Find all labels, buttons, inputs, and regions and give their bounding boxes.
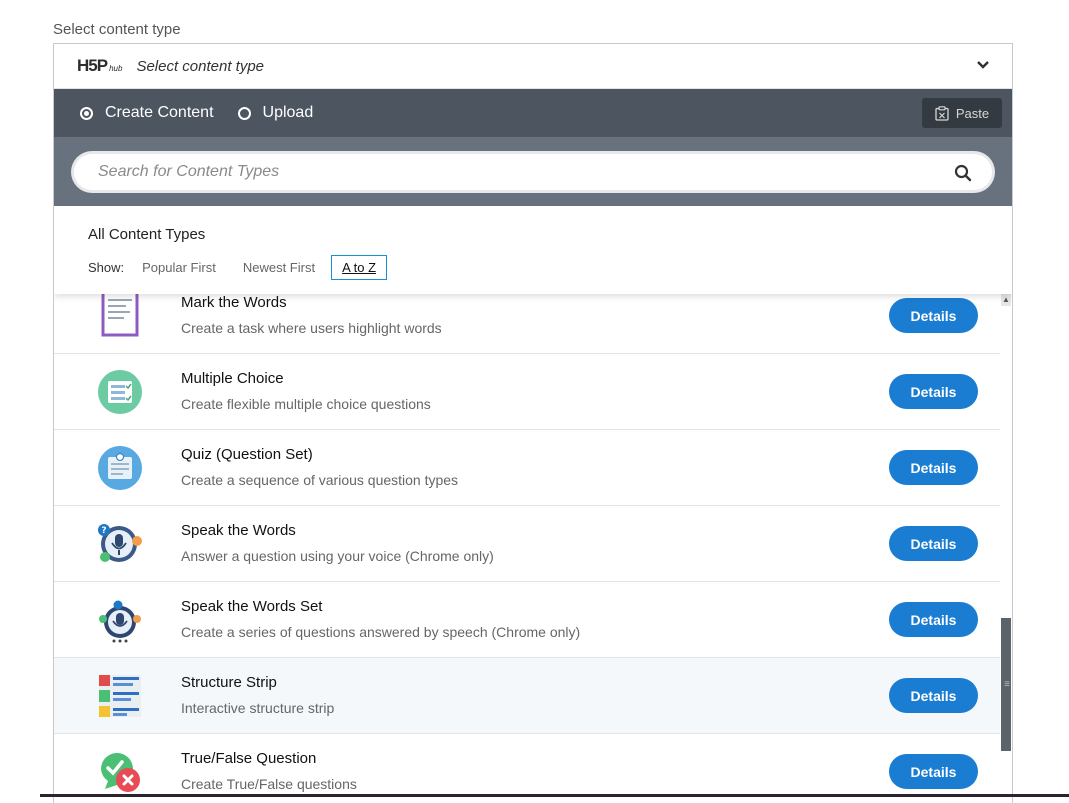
sort-a-to-z[interactable]: A to Z: [331, 255, 388, 280]
multiple-choice-icon: [98, 370, 142, 414]
hub-title: Select content type: [136, 57, 265, 75]
list-item[interactable]: Structure Strip Interactive structure st…: [54, 658, 1000, 734]
structure-strip-icon: [99, 675, 141, 717]
details-button[interactable]: Details: [889, 298, 978, 333]
details-button[interactable]: Details: [889, 602, 978, 637]
item-name: Multiple Choice: [181, 370, 284, 387]
scroll-grip-icon: ≡: [1004, 679, 1010, 690]
item-description: Create a task where users highlight word…: [181, 320, 442, 336]
details-button[interactable]: Details: [889, 526, 978, 561]
section-title: All Content Types: [88, 226, 206, 243]
show-label: Show:: [88, 260, 125, 275]
item-name: True/False Question: [181, 750, 317, 767]
radio-selected-icon[interactable]: [80, 106, 93, 120]
radio-unselected-icon[interactable]: [237, 106, 251, 120]
question-set-icon: [98, 446, 142, 490]
item-description: Create True/False questions: [181, 776, 357, 792]
list-item[interactable]: ? Speak the Words Answer a question usin…: [54, 506, 1000, 582]
list-item[interactable]: True/False Question Create True/False qu…: [54, 734, 1000, 803]
speak-the-words-icon: ?: [98, 524, 142, 562]
paste-button[interactable]: Paste: [922, 98, 1002, 128]
search-bar: [54, 137, 1012, 206]
sort-options: Show: Popular First Newest First A to Z: [88, 255, 414, 280]
details-button[interactable]: Details: [889, 450, 978, 485]
content-type-list[interactable]: Mark the Words Create a task where users…: [54, 294, 1012, 803]
search-icon[interactable]: [954, 164, 972, 182]
filter-panel: All Content Types Show: Popular First Ne…: [54, 206, 1012, 294]
list-scrollbar[interactable]: ▲ ≡: [1000, 294, 1012, 803]
item-description: Create flexible multiple choice question…: [181, 396, 431, 412]
mark-the-words-icon: [101, 294, 139, 337]
true-false-icon: [101, 753, 140, 792]
item-name: Speak the Words Set: [181, 598, 323, 615]
scroll-up-arrow-icon[interactable]: ▲: [1001, 294, 1011, 306]
chevron-down-icon[interactable]: [976, 58, 990, 72]
item-description: Answer a question using your voice (Chro…: [181, 548, 494, 564]
tab-create-content-label: Create Content: [105, 104, 214, 121]
item-name: Structure Strip: [181, 674, 277, 691]
sort-newest-first[interactable]: Newest First: [243, 256, 315, 279]
tab-upload-label: Upload: [262, 104, 314, 121]
list-item[interactable]: Mark the Words Create a task where users…: [54, 294, 1000, 354]
item-name: Mark the Words: [181, 294, 287, 311]
item-name: Quiz (Question Set): [181, 446, 313, 463]
select-content-type-label: Select content type: [53, 21, 181, 38]
hub-header[interactable]: H5P hub Select content type: [54, 44, 1012, 89]
details-button[interactable]: Details: [889, 678, 978, 713]
clipboard-icon: [935, 105, 949, 121]
list-item[interactable]: Multiple Choice Create flexible multiple…: [54, 354, 1000, 430]
h5p-hub-logo: H5P hub: [77, 56, 122, 76]
logo-sub-text: hub: [109, 64, 123, 73]
h5p-hub: H5P hub Select content type Create Conten…: [53, 43, 1013, 803]
details-button[interactable]: Details: [889, 374, 978, 409]
sort-popular-first[interactable]: Popular First: [142, 256, 216, 279]
speak-the-words-set-icon: [99, 600, 141, 643]
list-item[interactable]: Speak the Words Set Create a series of q…: [54, 582, 1000, 658]
item-description: Create a series of questions answered by…: [181, 624, 581, 640]
item-description: Create a sequence of various question ty…: [181, 472, 459, 488]
logo-main-text: H5P: [77, 56, 108, 75]
svg-text:?: ?: [101, 526, 106, 536]
tab-upload[interactable]: Upload: [237, 104, 314, 122]
details-button[interactable]: Details: [889, 754, 978, 789]
item-name: Speak the Words: [181, 522, 296, 539]
item-description: Interactive structure strip: [181, 700, 335, 716]
tab-create-content[interactable]: Create Content: [80, 104, 214, 122]
hub-tabbar: Create Content Upload Paste: [54, 89, 1012, 137]
search-input[interactable]: [96, 161, 992, 182]
paste-label: Paste: [955, 105, 990, 121]
list-item[interactable]: Quiz (Question Set) Create a sequence of…: [54, 430, 1000, 506]
search-field-wrap[interactable]: [74, 153, 992, 190]
